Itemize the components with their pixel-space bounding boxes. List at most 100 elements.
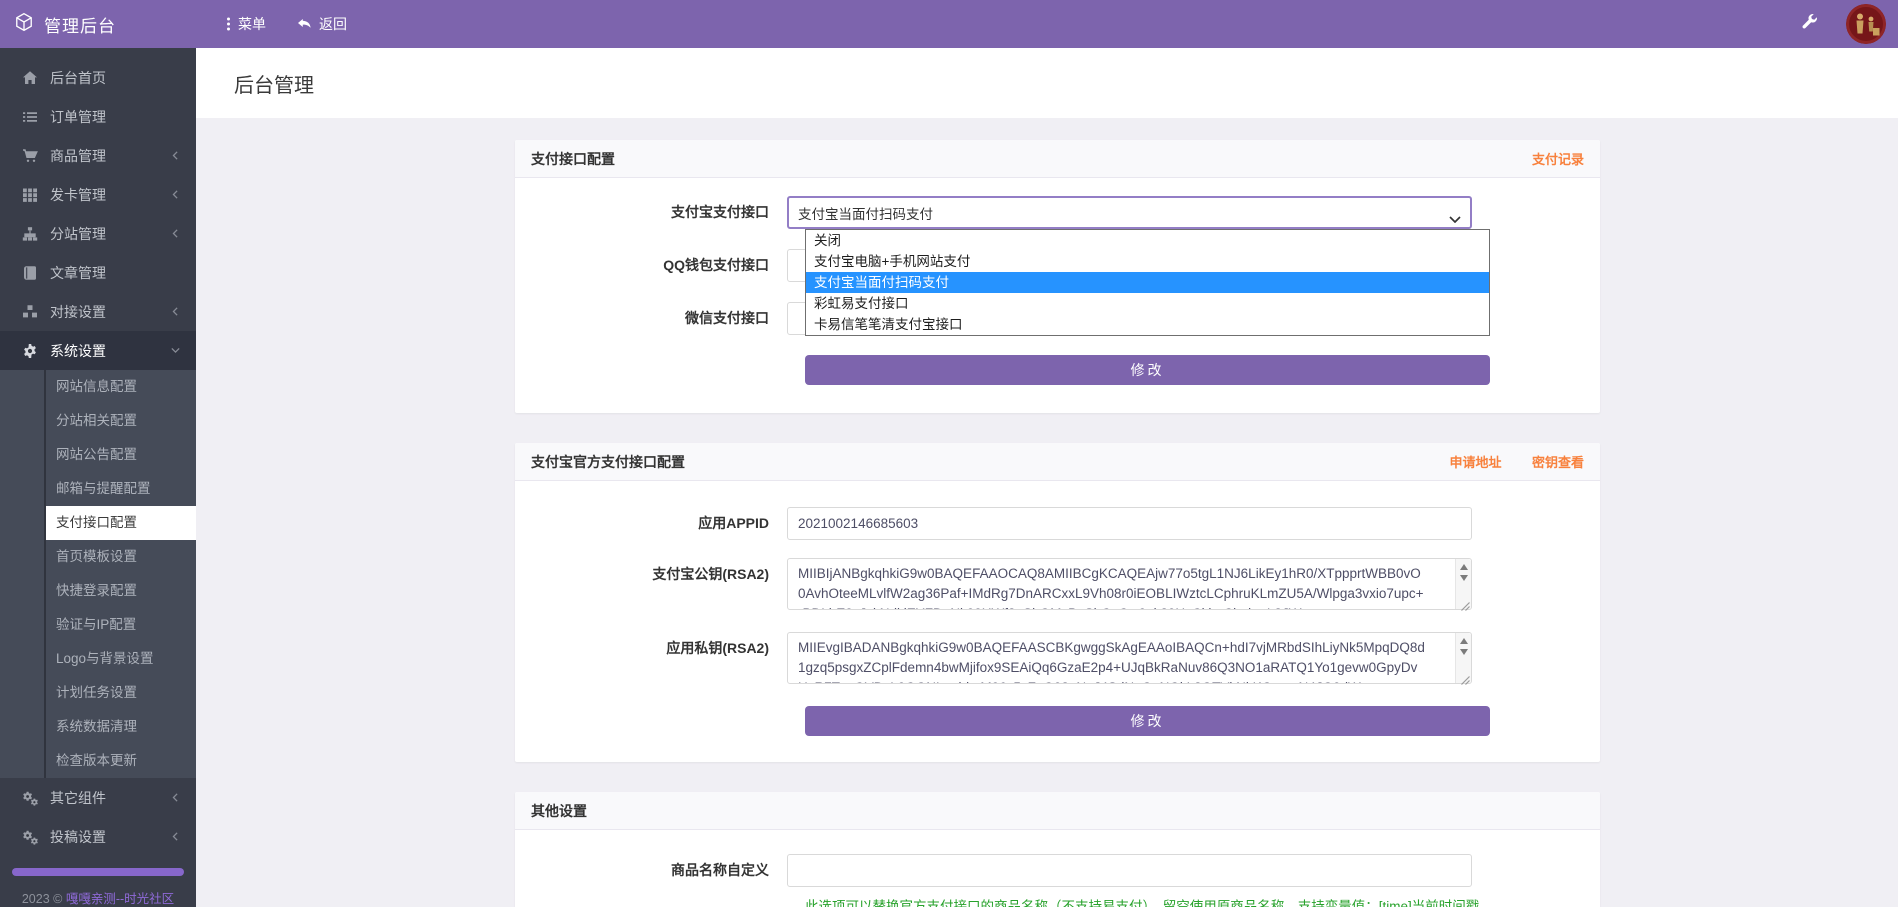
sidebar-subitem-4[interactable]: 支付接口配置 [46, 506, 196, 540]
sidebar-item-label: 订单管理 [50, 107, 106, 127]
sidebar-footer: 2023 © 嘎嘎亲测--时光社区 [0, 888, 196, 907]
grid-icon [22, 187, 38, 203]
app-logo[interactable]: 管理后台 [0, 12, 196, 37]
scroll-up-icon[interactable] [1460, 564, 1468, 570]
product-name-custom-label: 商品名称自定义 [515, 854, 787, 887]
sidebar-item-label: 系统设置 [50, 341, 106, 361]
sidebar-purple-bar [12, 868, 184, 876]
sidebar-item-label: 文章管理 [50, 263, 106, 283]
appid-input[interactable] [787, 507, 1472, 540]
card-alipay-official-body: 应用APPID 支付宝公钥(RSA2) MIIBIjANBgkqhkiG9w0B… [515, 481, 1600, 762]
sidebar-nav: 后台首页订单管理商品管理发卡管理分站管理文章管理对接设置系统设置 [0, 48, 196, 370]
sidebar-item-docking[interactable]: 对接设置 [0, 292, 196, 331]
wrench-icon[interactable] [1801, 13, 1818, 35]
card-other-settings-body: 商品名称自定义 此选项可以替换官方支付接口的商品名称（不支持易支付），留空使用原… [515, 830, 1600, 907]
sidebar-subitem-9[interactable]: 计划任务设置 [46, 676, 196, 710]
sidebar-item-components[interactable]: 其它组件 [0, 778, 196, 817]
chevron-left-icon [169, 830, 182, 843]
card-title: 支付接口配置 [531, 149, 615, 169]
sidebar-item-products[interactable]: 商品管理 [0, 136, 196, 175]
sidebar-subitem-1[interactable]: 分站相关配置 [46, 404, 196, 438]
scroll-down-icon[interactable] [1460, 575, 1468, 581]
cubes-icon [22, 304, 38, 320]
gears-icon [22, 790, 38, 806]
scroll-up-icon[interactable] [1460, 638, 1468, 644]
sitemap-icon [22, 226, 38, 242]
wechat-interface-label: 微信支付接口 [515, 302, 787, 335]
key-view-link[interactable]: 密钥查看 [1532, 455, 1584, 470]
chevron-left-icon [169, 188, 182, 201]
topbar: 管理后台 菜单 返回 [0, 0, 1898, 48]
sidebar-item-substation[interactable]: 分站管理 [0, 214, 196, 253]
sidebar-item-label: 商品管理 [50, 146, 106, 166]
chevron-left-icon [169, 305, 182, 318]
chevron-left-icon [169, 227, 182, 240]
sidebar-subitem-7[interactable]: 验证与IP配置 [46, 608, 196, 642]
app-private-key-label: 应用私钥(RSA2) [515, 632, 787, 684]
back-button[interactable]: 返回 [296, 14, 347, 34]
menu-button[interactable]: 菜单 [226, 14, 266, 34]
card-alipay-official-header: 支付宝官方支付接口配置 申请地址 密钥查看 [515, 443, 1600, 481]
app-private-key-textarea[interactable]: MIIEvgIBADANBgkqhkiG9w0BAQEFAASCBKgwggSk… [787, 632, 1472, 684]
card-other-settings-header: 其他设置 [515, 792, 1600, 830]
resize-grip-icon[interactable] [1460, 598, 1470, 608]
sidebar-item-label: 投稿设置 [50, 827, 106, 847]
card-payment-interface-body: 支付宝支付接口 支付宝当面付扫码支付 QQ钱包支付接口 [515, 178, 1600, 413]
card-payment-interface: 支付接口配置 支付记录 支付宝支付接口 支付宝当面付扫码支付 [515, 140, 1600, 413]
vertical-dots-icon [226, 16, 231, 32]
sidebar-subitem-8[interactable]: Logo与背景设置 [46, 642, 196, 676]
sidebar-subitem-11[interactable]: 检查版本更新 [46, 744, 196, 778]
card-title: 其他设置 [531, 801, 587, 821]
sidebar-subitem-5[interactable]: 首页模板设置 [46, 540, 196, 574]
sidebar-item-submission[interactable]: 投稿设置 [0, 817, 196, 856]
user-avatar[interactable] [1846, 4, 1886, 44]
payment-interface-submit-button[interactable]: 修改 [805, 355, 1490, 385]
dropdown-option-3[interactable]: 彩虹易支付接口 [806, 293, 1489, 314]
gears-icon [22, 829, 38, 845]
product-name-help-text: 此选项可以替换官方支付接口的商品名称（不支持易支付），留空使用原商品名称。支持变… [805, 895, 1510, 907]
cart-icon [22, 148, 38, 164]
sidebar-item-cards[interactable]: 发卡管理 [0, 175, 196, 214]
qq-wallet-interface-label: QQ钱包支付接口 [515, 249, 787, 282]
card-title: 支付宝官方支付接口配置 [531, 452, 685, 472]
alipay-public-key-textarea[interactable]: MIIBIjANBgkqhkiG9w0BAQEFAAOCAQ8AMIIBCgKC… [787, 558, 1472, 610]
appid-label: 应用APPID [515, 507, 787, 540]
sidebar-subitem-10[interactable]: 系统数据清理 [46, 710, 196, 744]
chevron-left-icon [169, 149, 182, 162]
sidebar-subitem-6[interactable]: 快捷登录配置 [46, 574, 196, 608]
sidebar-item-system[interactable]: 系统设置 [0, 331, 196, 370]
dropdown-option-1[interactable]: 支付宝电脑+手机网站支付 [806, 251, 1489, 272]
chevron-down-icon [1449, 211, 1461, 226]
card-payment-interface-header: 支付接口配置 支付记录 [515, 140, 1600, 178]
alipay-official-submit-button[interactable]: 修改 [805, 706, 1490, 736]
sidebar: 后台首页订单管理商品管理发卡管理分站管理文章管理对接设置系统设置 网站信息配置分… [0, 48, 196, 907]
content-area: 支付接口配置 支付记录 支付宝支付接口 支付宝当面付扫码支付 [196, 118, 1898, 907]
card-alipay-official: 支付宝官方支付接口配置 申请地址 密钥查看 应用APPID 支付宝公钥(RS [515, 443, 1600, 762]
product-name-custom-input[interactable] [787, 854, 1472, 887]
alipay-interface-select[interactable]: 支付宝当面付扫码支付 [787, 196, 1472, 229]
sidebar-item-orders[interactable]: 订单管理 [0, 97, 196, 136]
sidebar-subitem-3[interactable]: 邮箱与提醒配置 [46, 472, 196, 506]
payment-records-link[interactable]: 支付记录 [1532, 152, 1584, 167]
footer-community-link[interactable]: 嘎嘎亲测--时光社区 [66, 892, 174, 906]
sidebar-item-label: 分站管理 [50, 224, 106, 244]
sidebar-subitem-2[interactable]: 网站公告配置 [46, 438, 196, 472]
dropdown-option-4[interactable]: 卡易信笔笔清支付宝接口 [806, 314, 1489, 335]
gear-icon [22, 343, 38, 359]
sidebar-submenu-system-settings: 网站信息配置分站相关配置网站公告配置邮箱与提醒配置支付接口配置首页模板设置快捷登… [0, 370, 196, 778]
alipay-public-key-label: 支付宝公钥(RSA2) [515, 558, 787, 610]
sidebar-item-label: 其它组件 [50, 788, 106, 808]
sidebar-item-articles[interactable]: 文章管理 [0, 253, 196, 292]
dropdown-option-2[interactable]: 支付宝当面付扫码支付 [806, 272, 1489, 293]
apply-address-link[interactable]: 申请地址 [1450, 455, 1502, 470]
resize-grip-icon[interactable] [1460, 672, 1470, 682]
cube-logo-icon [14, 12, 34, 37]
dropdown-option-0[interactable]: 关闭 [806, 230, 1489, 251]
app-title: 管理后台 [44, 12, 116, 37]
scroll-down-icon[interactable] [1460, 649, 1468, 655]
card-other-settings: 其他设置 商品名称自定义 此选项可以替换官方支付接口的商品名称（不支持易支付），… [515, 792, 1600, 907]
sidebar-subitem-0[interactable]: 网站信息配置 [46, 370, 196, 404]
alipay-interface-label: 支付宝支付接口 [515, 196, 787, 229]
sidebar-item-home[interactable]: 后台首页 [0, 58, 196, 97]
list-icon [22, 109, 38, 125]
